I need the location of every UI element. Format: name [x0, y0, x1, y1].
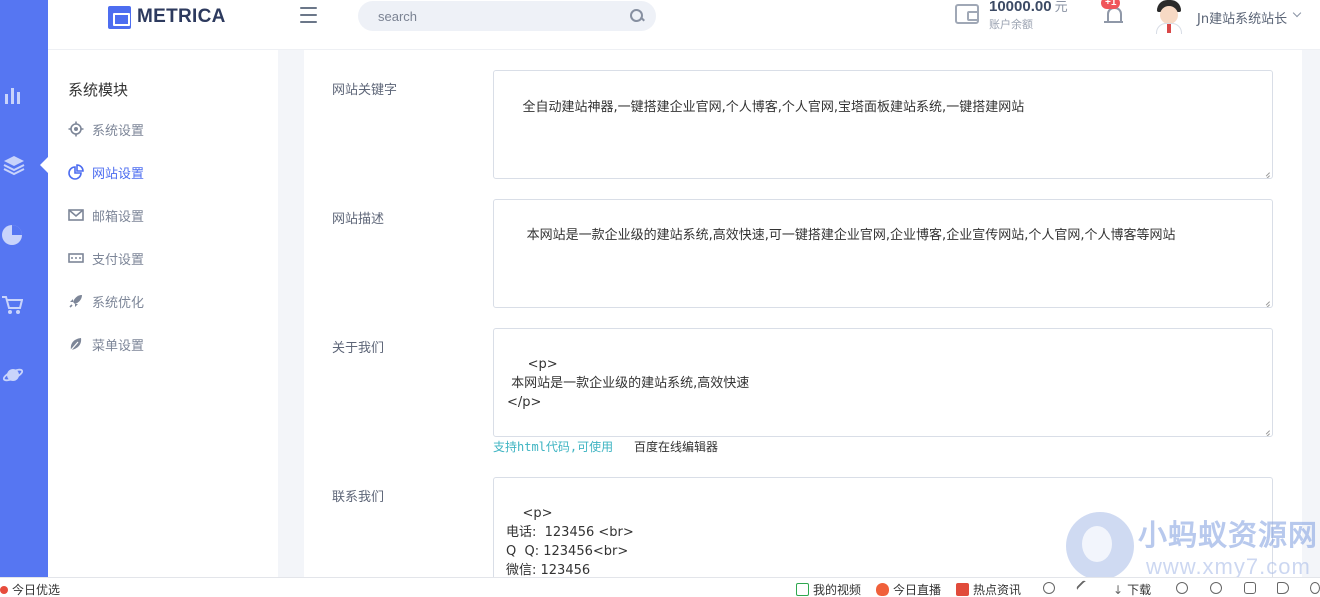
html-hint: 支持html代码,可使用 — [493, 440, 614, 454]
rocket-icon — [69, 295, 82, 308]
game-icon[interactable] — [1176, 582, 1188, 594]
chart-icon[interactable] — [3, 84, 25, 106]
keywords-textarea[interactable]: 全自动建站神器,一键搭建企业官网,个人博客,个人官网,宝塔面板建站系统,一键搭建… — [493, 70, 1273, 179]
user-name[interactable]: Jn建站系统站长 — [1197, 8, 1287, 27]
resize-handle[interactable] — [1262, 297, 1270, 305]
about-label: 关于我们 — [332, 341, 385, 356]
baidu-editor-link[interactable]: 百度在线编辑器 — [634, 438, 718, 455]
search-input[interactable] — [378, 8, 630, 24]
menu-item-label: 支付设置 — [92, 252, 145, 268]
menu-item-system-optimize[interactable]: 系统优化 — [68, 291, 144, 311]
leaf-icon — [70, 338, 82, 351]
window-icon[interactable] — [1244, 582, 1256, 594]
menu-toggle-icon[interactable] — [300, 7, 317, 23]
browser-icon[interactable] — [1210, 582, 1222, 594]
top-bar: METRICA 10000.00元 账户余额 +1 Jn建站系统站长 — [0, 0, 1320, 50]
menu-item-label: 系统设置 — [92, 123, 145, 139]
brand-name: METRICA — [137, 6, 226, 27]
menu-item-system-settings[interactable]: 系统设置 — [68, 119, 144, 139]
volume-icon[interactable] — [1277, 582, 1289, 594]
hot-news-label: 热点资讯 — [973, 583, 1022, 597]
hot-news-button[interactable]: 热点资讯 — [956, 581, 1021, 597]
download-button[interactable]: ↓ 下载 — [1113, 581, 1151, 597]
avatar[interactable] — [1153, 0, 1185, 34]
video-icon — [796, 583, 809, 596]
today-picks-icon — [0, 585, 8, 594]
menu-item-label: 邮箱设置 — [92, 209, 145, 225]
keywords-value: 全自动建站神器,一键搭建企业官网,个人博客,个人官网,宝塔面板建站系统,一键搭建… — [522, 100, 1025, 115]
watermark-logo-icon — [1066, 512, 1134, 580]
menu-item-site-settings[interactable]: 网站设置 — [68, 162, 144, 182]
status-bar: 今日优选 我的视频 今日直播 热点资讯 ↓ 下载 — [0, 577, 1320, 597]
description-label: 网站描述 — [332, 212, 385, 227]
description-value: 本网站是一款企业级的建站系统,高效快速,可一键搭建企业官网,企业博客,企业宣传网… — [522, 228, 1176, 243]
menu-item-label: 网站设置 — [92, 166, 145, 182]
flame-icon — [876, 583, 889, 596]
account-balance: 10000.00 元 账户余额 — [989, 0, 1068, 32]
logo-icon — [108, 5, 131, 29]
menu-item-mail-settings[interactable]: 邮箱设置 — [68, 205, 144, 225]
balance-label: 账户余额 — [989, 19, 1033, 31]
cart-icon[interactable] — [1, 294, 24, 316]
search-icon[interactable] — [630, 9, 644, 23]
my-video-button[interactable]: 我的视频 — [796, 581, 861, 597]
watermark-title: 小蚂蚁资源网 — [1138, 518, 1319, 552]
news-icon — [956, 583, 969, 596]
my-video-label: 我的视频 — [813, 583, 862, 597]
today-live-button[interactable]: 今日直播 — [876, 581, 941, 597]
menu-item-payment-settings[interactable]: 支付设置 — [68, 248, 144, 268]
menu-item-menu-settings[interactable]: 菜单设置 — [68, 334, 144, 354]
keywords-label: 网站关键字 — [332, 83, 398, 98]
card-icon — [68, 253, 84, 263]
gear-icon — [68, 121, 84, 137]
active-indicator — [40, 157, 48, 173]
today-picks-label: 今日优选 — [12, 583, 61, 597]
balance-amount: 10000.00 — [989, 0, 1052, 15]
layers-icon[interactable] — [3, 154, 25, 176]
search-box — [358, 1, 656, 31]
about-textarea[interactable]: <p> 本网站是一款企业级的建站系统,高效快速 </p> — [493, 328, 1273, 437]
settings-form: 网站关键字 全自动建站神器,一键搭建企业官网,个人博客,个人官网,宝塔面板建站系… — [304, 50, 1302, 577]
about-value: <p> 本网站是一款企业级的建站系统,高效快速 </p> — [507, 357, 750, 410]
balance-unit: 元 — [1054, 0, 1068, 14]
menu-item-label: 菜单设置 — [92, 338, 145, 354]
menu-item-label: 系统优化 — [92, 295, 145, 311]
module-menu: 系统模块 系统设置 网站设置 邮箱设置 支付设置 系统优化 菜单设置 — [48, 50, 278, 577]
download-icon: ↓ — [1113, 582, 1124, 597]
watermark: 小蚂蚁资源网 www.xmy7.com — [1066, 510, 1320, 580]
menu-title: 系统模块 — [68, 81, 129, 99]
chat-icon[interactable] — [1310, 582, 1320, 594]
resize-handle[interactable] — [1262, 168, 1270, 176]
contact-value: <p> 电话: 123456 <br> Q Q: 123456<br> 微信: … — [506, 506, 634, 577]
pie-icon — [68, 164, 84, 180]
resize-handle[interactable] — [1262, 426, 1270, 434]
wallet-icon — [955, 4, 979, 24]
today-live-label: 今日直播 — [893, 583, 942, 597]
rocket-icon[interactable] — [1075, 579, 1093, 597]
mail-icon — [68, 209, 84, 221]
planet-icon[interactable] — [2, 364, 24, 386]
pie-chart-icon[interactable] — [1, 224, 23, 246]
notification-badge: +1 — [1101, 0, 1121, 9]
today-picks[interactable]: 今日优选 — [0, 581, 60, 597]
download-label: 下载 — [1127, 583, 1152, 597]
speed-icon[interactable] — [1043, 582, 1055, 594]
chevron-down-icon[interactable] — [1292, 8, 1302, 18]
icon-rail — [0, 0, 48, 597]
brand-logo[interactable]: METRICA — [108, 5, 226, 29]
contact-label: 联系我们 — [332, 490, 385, 505]
description-textarea[interactable]: 本网站是一款企业级的建站系统,高效快速,可一键搭建企业官网,企业博客,企业宣传网… — [493, 199, 1273, 308]
